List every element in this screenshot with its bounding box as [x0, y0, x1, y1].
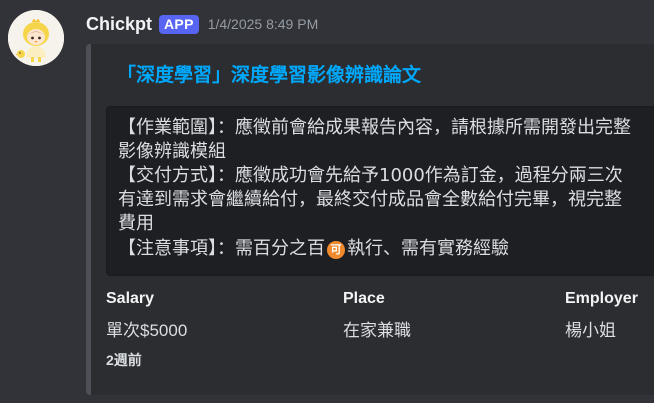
message-header: Chickpt APP 1/4/2025 8:49 PM — [86, 12, 318, 36]
description-line: 【作業範圍】：應徵前會給成果報告內容，請根據所需開發出完整 — [118, 117, 631, 138]
field-value: 在家兼職 — [343, 321, 411, 340]
app-tag-badge: APP — [159, 14, 199, 34]
field-place: Place 在家兼職 — [343, 290, 411, 341]
field-name: Employer — [565, 290, 638, 307]
note-prefix: 【注意事項】：需百分之百 — [118, 238, 325, 259]
description-line: 影像辨識模組 — [118, 141, 226, 162]
field-value: 楊小姐 — [565, 321, 616, 340]
chat-message: Chickpt APP 1/4/2025 8:49 PM 「深度學習」深度學習影… — [0, 0, 654, 403]
field-name: Salary — [106, 290, 155, 307]
field-value: 單次$5000 — [106, 321, 188, 340]
field-name: Place — [343, 290, 385, 307]
field-salary: Salary 單次$5000 — [106, 290, 187, 341]
username[interactable]: Chickpt — [86, 14, 152, 35]
avatar[interactable] — [8, 10, 64, 66]
timestamp[interactable]: 1/4/2025 8:49 PM — [208, 16, 319, 32]
embed-title-link[interactable]: 「深度學習」深度學習影像辨識論文 — [117, 60, 421, 87]
description-codeblock: 【作業範圍】：應徵前會給成果報告內容，請根據所需開發出完整 影像辨識模組 【交付… — [106, 106, 654, 276]
note-line: 【注意事項】：需百分之百可執行、需有實務經驗 — [118, 237, 509, 261]
field-employer: Employer 楊小姐 — [565, 290, 638, 341]
description-line: 【交付方式】：應徵成功會先給予1000作為訂金，過程分兩三次 — [118, 165, 623, 186]
note-suffix: 執行、需有實務經驗 — [347, 238, 509, 259]
description-line: 有達到需求會繼續給付，最終交付成品會全數給付完畢，視完整 — [118, 189, 622, 210]
job-embed: 「深度學習」深度學習影像辨識論文 【作業範圍】：應徵前會給成果報告內容，請根據所… — [86, 44, 654, 395]
ke-emoji-icon: 可 — [327, 241, 345, 259]
embed-footer: 2週前 — [106, 352, 142, 368]
chick-avatar-icon — [8, 10, 64, 66]
description-line: 費用 — [118, 213, 154, 234]
